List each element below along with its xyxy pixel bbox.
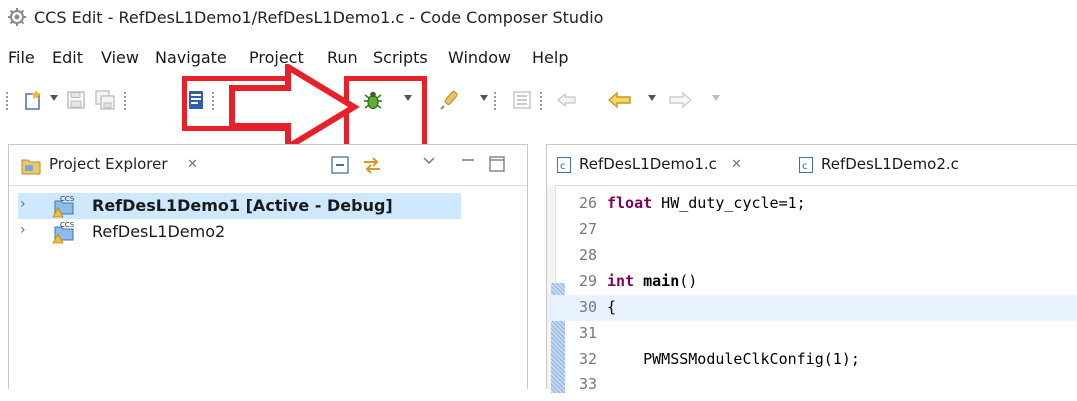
menu-scripts[interactable]: Scripts <box>373 48 428 67</box>
red-arrow-annotation <box>229 64 360 150</box>
tab-project-explorer[interactable]: Project Explorer ✕ <box>9 145 244 185</box>
c-file-icon: c <box>799 157 813 173</box>
menu-edit[interactable]: Edit <box>52 48 83 67</box>
menu-view[interactable]: View <box>101 48 139 67</box>
code-editor: c RefDesL1Demo1.c ✕ c RefDesL1Demo2.c 26… <box>546 144 1077 393</box>
code-line-33[interactable]: 33 <box>547 375 1077 401</box>
maximize-icon[interactable] <box>489 156 505 172</box>
project-explorer-folder-icon <box>21 159 41 175</box>
forward-dropdown-arrow[interactable] <box>712 95 720 101</box>
code-line-30[interactable]: 30 { <box>547 295 1077 321</box>
toolbar-separator <box>6 92 8 110</box>
chevron-right-icon[interactable]: › <box>20 222 26 238</box>
ccs-project-icon: CCS <box>52 221 75 244</box>
line-number: 28 <box>579 246 598 264</box>
tab-refdesl1demo1-c[interactable]: c RefDesL1Demo1.c ✕ <box>547 145 779 185</box>
window-title: CCS Edit - RefDesL1Demo1/RefDesL1Demo1.c… <box>34 8 604 27</box>
tab-project-explorer-label: Project Explorer <box>49 155 168 173</box>
close-icon[interactable]: ✕ <box>731 157 742 172</box>
code-line-27[interactable]: 27 <box>547 217 1077 243</box>
collapse-all-icon[interactable] <box>331 156 349 174</box>
tab-label: RefDesL1Demo1.c <box>579 155 717 173</box>
line-number: 29 <box>579 272 598 290</box>
line-number: 26 <box>579 194 598 212</box>
project-label: RefDesL1Demo1 [Active - Debug] <box>92 196 393 215</box>
line-number: 31 <box>579 324 598 342</box>
new-file-icon[interactable] <box>20 80 46 120</box>
new-dropdown-arrow[interactable] <box>50 95 58 101</box>
back-dropdown-arrow[interactable] <box>648 95 656 101</box>
editor-tabbar: c RefDesL1Demo1.c ✕ c RefDesL1Demo2.c <box>547 145 1077 186</box>
title-bar: CCS Edit - RefDesL1Demo1/RefDesL1Demo1.c… <box>0 0 1077 34</box>
close-icon[interactable]: ✕ <box>187 157 198 172</box>
code-line-32[interactable]: 32 PWMSSModuleClkConfig(1); <box>547 347 1077 373</box>
menu-bar: File Edit View Navigate Project Run Scri… <box>0 44 1077 72</box>
code-line-29[interactable]: 29 int main() <box>547 269 1077 295</box>
code-text: { <box>607 298 617 316</box>
save-icon[interactable] <box>64 80 88 120</box>
navigate-forward-arrow-icon[interactable] <box>666 80 694 120</box>
minimize-icon[interactable] <box>461 155 475 169</box>
save-all-icon[interactable] <box>92 80 118 120</box>
chevron-right-icon[interactable]: › <box>20 196 26 212</box>
ccs-project-icon: CCS <box>52 195 75 218</box>
link-with-editor-icon[interactable] <box>361 154 383 176</box>
toolbar-separator <box>494 92 496 110</box>
view-menu-chevron-down-icon[interactable] <box>423 157 435 165</box>
code-text: PWMSSModuleClkConfig(1); <box>607 350 860 368</box>
project-explorer-panel: Project Explorer ✕ › CCS RefDesL1Demo1 [… <box>8 144 528 389</box>
ccs-app-icon <box>8 8 26 26</box>
project-row-refdesl1demo1[interactable]: › CCS RefDesL1Demo1 [Active - Debug] <box>18 193 461 219</box>
code-text: int main() <box>607 272 698 290</box>
line-number: 33 <box>579 375 598 393</box>
line-number: 27 <box>579 220 598 238</box>
svg-text:CCS: CCS <box>60 195 75 203</box>
tab-label: RefDesL1Demo2.c <box>821 155 959 173</box>
c-file-icon: c <box>557 157 571 173</box>
back-icon[interactable] <box>554 80 580 120</box>
svg-text:c: c <box>560 161 566 172</box>
project-row-refdesl1demo2[interactable]: › CCS RefDesL1Demo2 <box>9 219 527 245</box>
svg-text:c: c <box>802 161 808 172</box>
menu-file[interactable]: File <box>8 48 35 67</box>
code-line-28[interactable]: 28 <box>547 243 1077 269</box>
code-text: float HW_duty_cycle=1; <box>607 194 806 212</box>
flash-dropdown-arrow[interactable] <box>480 95 488 101</box>
menu-help[interactable]: Help <box>532 48 568 67</box>
code-line-31[interactable]: 31 <box>547 321 1077 347</box>
menu-window[interactable]: Window <box>448 48 511 67</box>
line-number: 30 <box>579 298 598 316</box>
code-line-26[interactable]: 26 float HW_duty_cycle=1; <box>547 191 1077 217</box>
toolbar-separator <box>540 92 542 110</box>
flash-tool-icon[interactable] <box>436 80 464 120</box>
main-toolbar <box>0 80 1077 120</box>
project-explorer-tabbar: Project Explorer ✕ <box>9 145 527 186</box>
tab-refdesl1demo2-c[interactable]: c RefDesL1Demo2.c <box>779 145 979 185</box>
navigate-back-arrow-icon[interactable] <box>606 80 634 120</box>
outline-icon[interactable] <box>510 80 534 120</box>
toolbar-separator <box>124 92 126 110</box>
menu-navigate[interactable]: Navigate <box>155 48 227 67</box>
line-number: 32 <box>579 350 598 368</box>
project-label: RefDesL1Demo2 <box>92 222 226 241</box>
svg-text:CCS: CCS <box>60 221 75 229</box>
